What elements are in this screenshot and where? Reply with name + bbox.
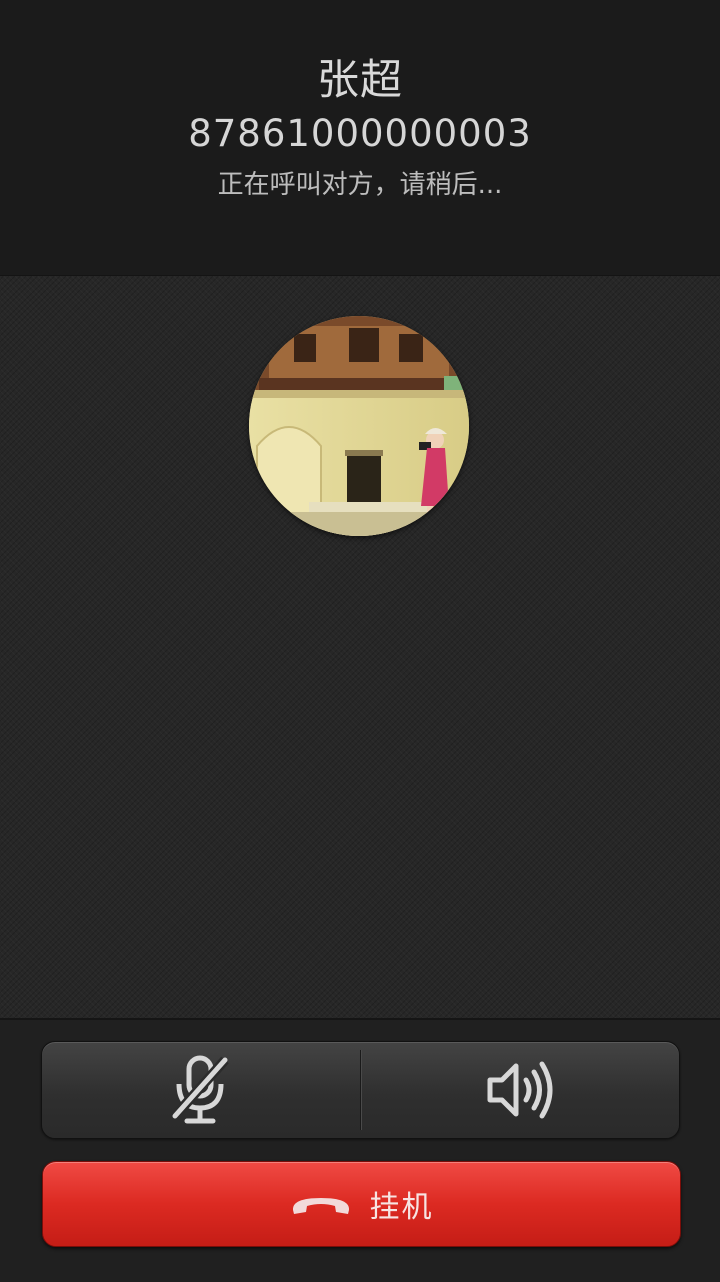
speaker-button[interactable] (362, 1042, 680, 1138)
caller-avatar (249, 316, 469, 536)
speaker-icon (487, 1061, 553, 1119)
hangup-button[interactable]: 挂机 (42, 1161, 681, 1247)
hangup-label: 挂机 (369, 1190, 434, 1225)
phone-hangup-icon (292, 1198, 349, 1214)
microphone-muted-icon (171, 1055, 229, 1124)
in-call-screen: 张超 87861000000003 正在呼叫对方，请稍后... 挂机 (0, 0, 720, 1282)
caller-name: 张超 (316, 55, 403, 104)
call-status: 正在呼叫对方，请稍后... (217, 170, 503, 200)
mute-button[interactable] (42, 1042, 360, 1138)
avatar-photo (249, 316, 469, 536)
call-toggle-bar (41, 1041, 680, 1139)
caller-number: 87861000000003 (188, 112, 532, 155)
caller-info-header: 张超 87861000000003 正在呼叫对方，请稍后... (0, 0, 720, 276)
